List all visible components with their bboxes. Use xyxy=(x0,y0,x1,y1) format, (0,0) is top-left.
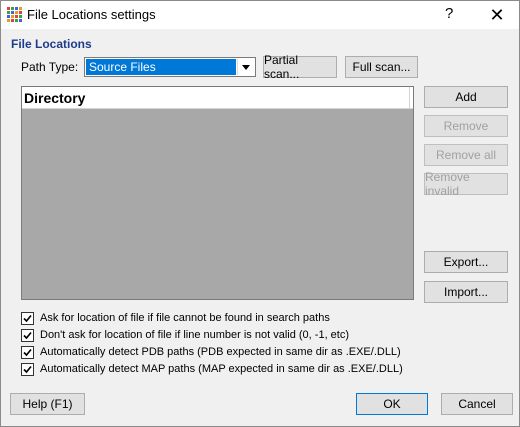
remove-invalid-button[interactable]: Remove invalid xyxy=(424,170,508,198)
remove-button[interactable]: Remove xyxy=(424,115,508,137)
app-icon xyxy=(7,7,23,23)
option-label: Automatically detect MAP paths (MAP expe… xyxy=(40,363,403,375)
checkbox[interactable] xyxy=(21,345,34,359)
section-title: File Locations xyxy=(11,37,92,51)
path-type-select[interactable]: Source Files xyxy=(84,57,256,77)
cancel-button[interactable]: Cancel xyxy=(441,393,513,415)
chevron-down-icon[interactable] xyxy=(237,59,254,75)
dialog-window: File Locations settings ? ✕ File Locatio… xyxy=(0,0,520,427)
option-skip-invalid-line[interactable]: Don't ask for location of file if line n… xyxy=(21,327,349,343)
close-icon[interactable]: ✕ xyxy=(481,2,513,28)
full-scan-button[interactable]: Full scan... xyxy=(345,56,418,78)
ok-button[interactable]: OK xyxy=(356,393,428,415)
option-label: Don't ask for location of file if line n… xyxy=(40,329,350,341)
list-header: Directory xyxy=(22,87,413,109)
path-type-label: Path Type: xyxy=(21,60,79,74)
import-button[interactable]: Import... xyxy=(424,281,508,303)
option-ask-location[interactable]: Ask for location of file if file cannot … xyxy=(21,310,330,326)
checkbox[interactable] xyxy=(21,362,34,376)
checkbox[interactable] xyxy=(21,328,34,342)
path-type-selected-value: Source Files xyxy=(86,59,236,75)
help-icon[interactable]: ? xyxy=(445,5,453,22)
export-button[interactable]: Export... xyxy=(424,251,508,273)
window-title: File Locations settings xyxy=(27,7,156,22)
partial-scan-button[interactable]: Partial scan... xyxy=(263,53,337,81)
column-header-directory[interactable]: Directory xyxy=(24,90,85,106)
help-button[interactable]: Help (F1) xyxy=(10,393,85,415)
title-bar[interactable]: File Locations settings ? ✕ xyxy=(1,1,519,29)
checkbox[interactable] xyxy=(21,311,34,325)
directory-list[interactable]: Directory xyxy=(21,86,414,300)
option-label: Automatically detect PDB paths (PDB expe… xyxy=(40,346,401,358)
remove-all-button[interactable]: Remove all xyxy=(424,144,508,166)
add-button[interactable]: Add xyxy=(424,86,508,108)
column-divider[interactable] xyxy=(409,87,410,109)
list-body[interactable] xyxy=(22,109,413,299)
option-detect-map[interactable]: Automatically detect MAP paths (MAP expe… xyxy=(21,361,403,377)
option-label: Ask for location of file if file cannot … xyxy=(40,312,330,324)
option-detect-pdb[interactable]: Automatically detect PDB paths (PDB expe… xyxy=(21,344,401,360)
